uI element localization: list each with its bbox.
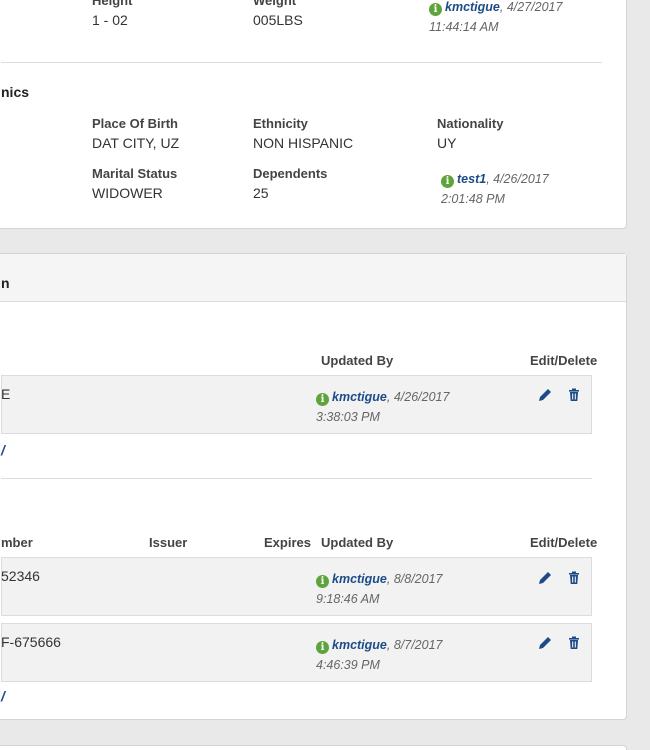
info-circle-icon[interactable]: i bbox=[316, 393, 329, 406]
info-circle-icon[interactable]: i bbox=[441, 175, 454, 188]
marital-status-label: Marital Status bbox=[92, 166, 178, 181]
physical-demographics-card: Height 1 - 02 Weight 005LBS i kmctigue, 4… bbox=[0, 0, 627, 229]
updated-time: 9:18:46 AM bbox=[316, 592, 380, 606]
pencil-icon[interactable] bbox=[537, 387, 553, 403]
updated-user-link[interactable]: kmctigue bbox=[445, 0, 500, 14]
updated-date: , 8/7/2017 bbox=[386, 638, 443, 652]
updated-time: 4:46:39 PM bbox=[316, 658, 380, 672]
info-circle-icon[interactable]: i bbox=[429, 3, 442, 16]
section-divider bbox=[1, 62, 602, 63]
next-card bbox=[0, 745, 627, 750]
updated-date: , 8/8/2017 bbox=[386, 572, 443, 586]
marital-status-value: WIDOWER bbox=[92, 185, 163, 201]
pencil-icon[interactable] bbox=[537, 635, 553, 651]
demographics-section-title: nics bbox=[1, 84, 30, 100]
updated-date: , 4/26/2017 bbox=[386, 390, 450, 404]
row-updated-by: i kmctigue, 4/26/2017 3:38:03 PM bbox=[316, 387, 449, 427]
physical-updated-by: i kmctigue, 4/27/2017 11:44:14 AM bbox=[429, 0, 562, 37]
card-header: n bbox=[0, 254, 626, 302]
trash-icon[interactable] bbox=[566, 635, 582, 651]
row-value: E bbox=[1, 386, 11, 402]
col-number: mber bbox=[1, 535, 33, 550]
updated-date: , 4/26/2017 bbox=[486, 172, 549, 186]
section-divider bbox=[1, 478, 592, 479]
info-circle-icon[interactable]: i bbox=[316, 641, 329, 654]
table-row: 52346 i kmctigue, 8/8/2017 9:18:46 AM bbox=[1, 557, 592, 616]
table-row: E i kmctigue, 4/26/2017 3:38:03 PM bbox=[1, 375, 592, 434]
height-label: Height bbox=[92, 0, 133, 8]
add-link[interactable]: / bbox=[1, 442, 5, 458]
col-edit-delete: Edit/Delete bbox=[530, 535, 598, 550]
row-updated-by: i kmctigue, 8/8/2017 9:18:46 AM bbox=[316, 569, 443, 609]
trash-icon[interactable] bbox=[566, 387, 582, 403]
nationality-value: UY bbox=[437, 135, 457, 151]
dependents-value: 25 bbox=[253, 185, 269, 201]
col-updated-by: Updated By bbox=[321, 353, 394, 368]
updated-time: 2:01:48 PM bbox=[441, 192, 505, 206]
weight-label: Weight bbox=[253, 0, 297, 8]
row-number: F-675666 bbox=[1, 634, 61, 650]
col-edit-delete: Edit/Delete bbox=[530, 353, 598, 368]
row-number: 52346 bbox=[1, 568, 40, 584]
card-header-title: n bbox=[1, 275, 10, 291]
identification-card: n Updated By Edit/Delete E i kmctigue, 4/… bbox=[0, 253, 627, 720]
info-circle-icon[interactable]: i bbox=[316, 575, 329, 588]
trash-icon[interactable] bbox=[566, 570, 582, 586]
updated-user-link[interactable]: kmctigue bbox=[332, 638, 387, 652]
col-updated-by: Updated By bbox=[321, 535, 394, 550]
ethnicity-label: Ethnicity bbox=[253, 116, 308, 131]
place-of-birth-value: DAT CITY, UZ bbox=[92, 135, 180, 151]
updated-user-link[interactable]: kmctigue bbox=[332, 390, 387, 404]
row-updated-by: i kmctigue, 8/7/2017 4:46:39 PM bbox=[316, 635, 443, 675]
place-of-birth-label: Place Of Birth bbox=[92, 116, 178, 131]
pencil-icon[interactable] bbox=[537, 570, 553, 586]
col-issuer: Issuer bbox=[149, 535, 188, 550]
updated-user-link[interactable]: test1 bbox=[457, 172, 486, 186]
col-expires: Expires bbox=[264, 535, 311, 550]
updated-time: 11:44:14 AM bbox=[429, 20, 499, 34]
ethnicity-value: NON HISPANIC bbox=[253, 135, 354, 151]
weight-value: 005LBS bbox=[253, 12, 303, 28]
updated-date: , 4/27/2017 bbox=[499, 0, 563, 14]
updated-user-link[interactable]: kmctigue bbox=[332, 572, 387, 586]
demographics-updated-by: i test1, 4/26/2017 2:01:48 PM bbox=[441, 169, 549, 209]
table-row: F-675666 i kmctigue, 8/7/2017 4:46:39 PM bbox=[1, 623, 592, 682]
add-link[interactable]: / bbox=[1, 688, 5, 704]
dependents-label: Dependents bbox=[253, 166, 328, 181]
nationality-label: Nationality bbox=[437, 116, 504, 131]
updated-time: 3:38:03 PM bbox=[316, 410, 380, 424]
height-value: 1 - 02 bbox=[92, 12, 128, 28]
